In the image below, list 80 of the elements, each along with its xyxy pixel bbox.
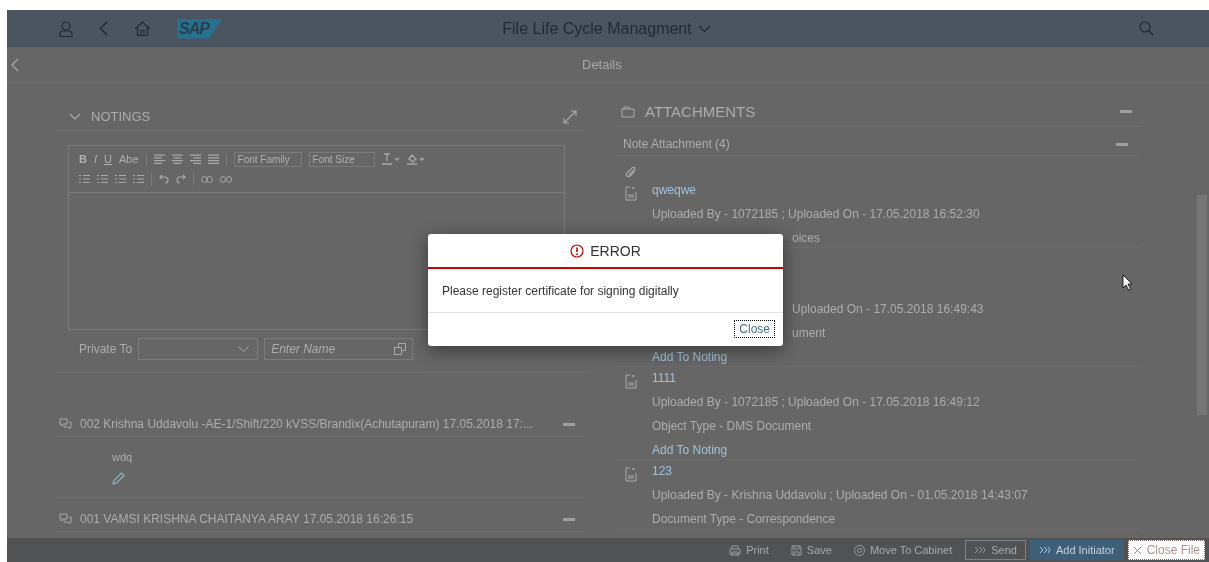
list-icon[interactable]: [115, 174, 126, 184]
expand-icon[interactable]: [563, 109, 577, 124]
close-button[interactable]: Close: [734, 320, 775, 338]
note-text: wdq: [112, 451, 133, 463]
unlink-icon[interactable]: [220, 175, 232, 183]
add-to-noting-link[interactable]: Add To Noting: [652, 350, 728, 364]
attachment-detail: Uploaded By - Krishna Uddavolu ; Uploaded On - 01.05.2018 14:43:07: [652, 488, 1028, 502]
fill-color-icon[interactable]: [406, 153, 425, 165]
format-button[interactable]: U: [104, 153, 112, 165]
add-initiator-button[interactable]: Add Initiator: [1029, 540, 1124, 560]
save-button[interactable]: Save: [781, 540, 841, 560]
attachment-detail: ument: [792, 326, 826, 340]
back-icon[interactable]: [11, 57, 19, 72]
align-icon[interactable]: [171, 154, 183, 164]
align-icon[interactable]: [189, 154, 201, 164]
format-button[interactable]: B: [79, 153, 87, 165]
document-icon: [625, 467, 638, 482]
dialog-title: ERROR: [590, 242, 641, 259]
list-icon[interactable]: [133, 174, 144, 184]
chevron-down-icon: [697, 24, 711, 33]
undo-icon[interactable]: [159, 174, 169, 184]
section-title: NOTINGS: [91, 109, 151, 124]
attachment-link[interactable]: qweqwe: [652, 183, 697, 197]
cabinet-button[interactable]: Move To Cabinet: [844, 540, 962, 560]
home-icon[interactable]: [134, 21, 151, 36]
page-title: Details: [582, 57, 622, 72]
link-icon[interactable]: [201, 175, 213, 183]
redo-icon[interactable]: [176, 174, 186, 184]
add-to-noting-link[interactable]: Add To Noting: [652, 443, 728, 457]
private-to-dropdown[interactable]: [138, 338, 259, 360]
close-icon: [1132, 545, 1142, 555]
send-button[interactable]: Send: [965, 540, 1026, 560]
user-icon[interactable]: [59, 20, 73, 37]
attachment-detail: Uploaded By - 1072185 ; Uploaded On - 17.05.2018 16:49:12: [652, 395, 980, 409]
forward-icon: [1038, 546, 1051, 554]
target-icon: [853, 544, 865, 556]
collapse-icon[interactable]: [563, 422, 575, 426]
pencil-icon[interactable]: [112, 472, 125, 485]
font-family-select[interactable]: Font Family: [233, 151, 302, 167]
note-title[interactable]: 002 Krishna Uddavolu -AE-1/Shift/220 kVSS/Brandix(Achutapuram) 17.05.2018 17:...: [80, 417, 533, 431]
error-icon: [570, 243, 585, 258]
font-size-select[interactable]: Font Size: [308, 151, 375, 167]
folder-icon: [621, 105, 635, 118]
list-icon[interactable]: [79, 174, 90, 184]
printer-icon: [729, 544, 742, 556]
collapse-icon[interactable]: [1116, 142, 1128, 146]
forward-icon: [974, 546, 987, 554]
error-message: Please register certificate for signing digitally: [428, 269, 783, 313]
comments-icon: [59, 418, 72, 430]
align-icon[interactable]: [207, 154, 219, 164]
chevron-down-icon: [238, 346, 250, 352]
save-icon: [790, 544, 802, 556]
attachment-detail: oices: [792, 231, 820, 245]
mouse-pointer-icon: [1122, 274, 1133, 291]
comments-icon: [59, 513, 72, 525]
field-label: Private To: [79, 342, 133, 356]
chevron-down-icon[interactable]: [69, 113, 81, 120]
text-color-icon[interactable]: [381, 153, 400, 165]
attachment-detail: Object Type - DMS Document: [652, 419, 812, 433]
list-icon[interactable]: [97, 174, 108, 184]
group-title: Note Attachment (4): [623, 137, 730, 151]
attachment-detail: Uploaded By - 1072185 ; Uploaded On - 17.05.2018 16:52:30: [652, 207, 980, 221]
document-icon: [625, 374, 638, 389]
attachment-detail: Document Type - Correspondence: [652, 512, 836, 526]
align-icon[interactable]: [153, 154, 165, 164]
print-button[interactable]: Print: [720, 540, 778, 560]
attachment-link[interactable]: 1111: [652, 371, 677, 385]
section-title: ATTACHMENTS: [645, 103, 756, 120]
back-icon[interactable]: [99, 21, 108, 36]
collapse-icon[interactable]: [563, 517, 575, 521]
paperclip-icon[interactable]: [625, 167, 637, 179]
logo[interactable]: SAP: [177, 18, 223, 39]
close-button[interactable]: Close File: [1127, 540, 1205, 560]
search-icon[interactable]: [1139, 21, 1154, 36]
format-button[interactable]: I: [93, 153, 97, 165]
document-icon: [625, 186, 638, 201]
format-button[interactable]: Abe: [118, 153, 139, 165]
note-title[interactable]: 001 VAMSI KRISHNA CHAITANYA ARAY 17.05.2018 16:26:15: [80, 512, 414, 526]
attachment-detail: Uploaded On - 17.05.2018 16:49:43: [792, 302, 984, 316]
attachment-link[interactable]: 123: [652, 464, 673, 478]
